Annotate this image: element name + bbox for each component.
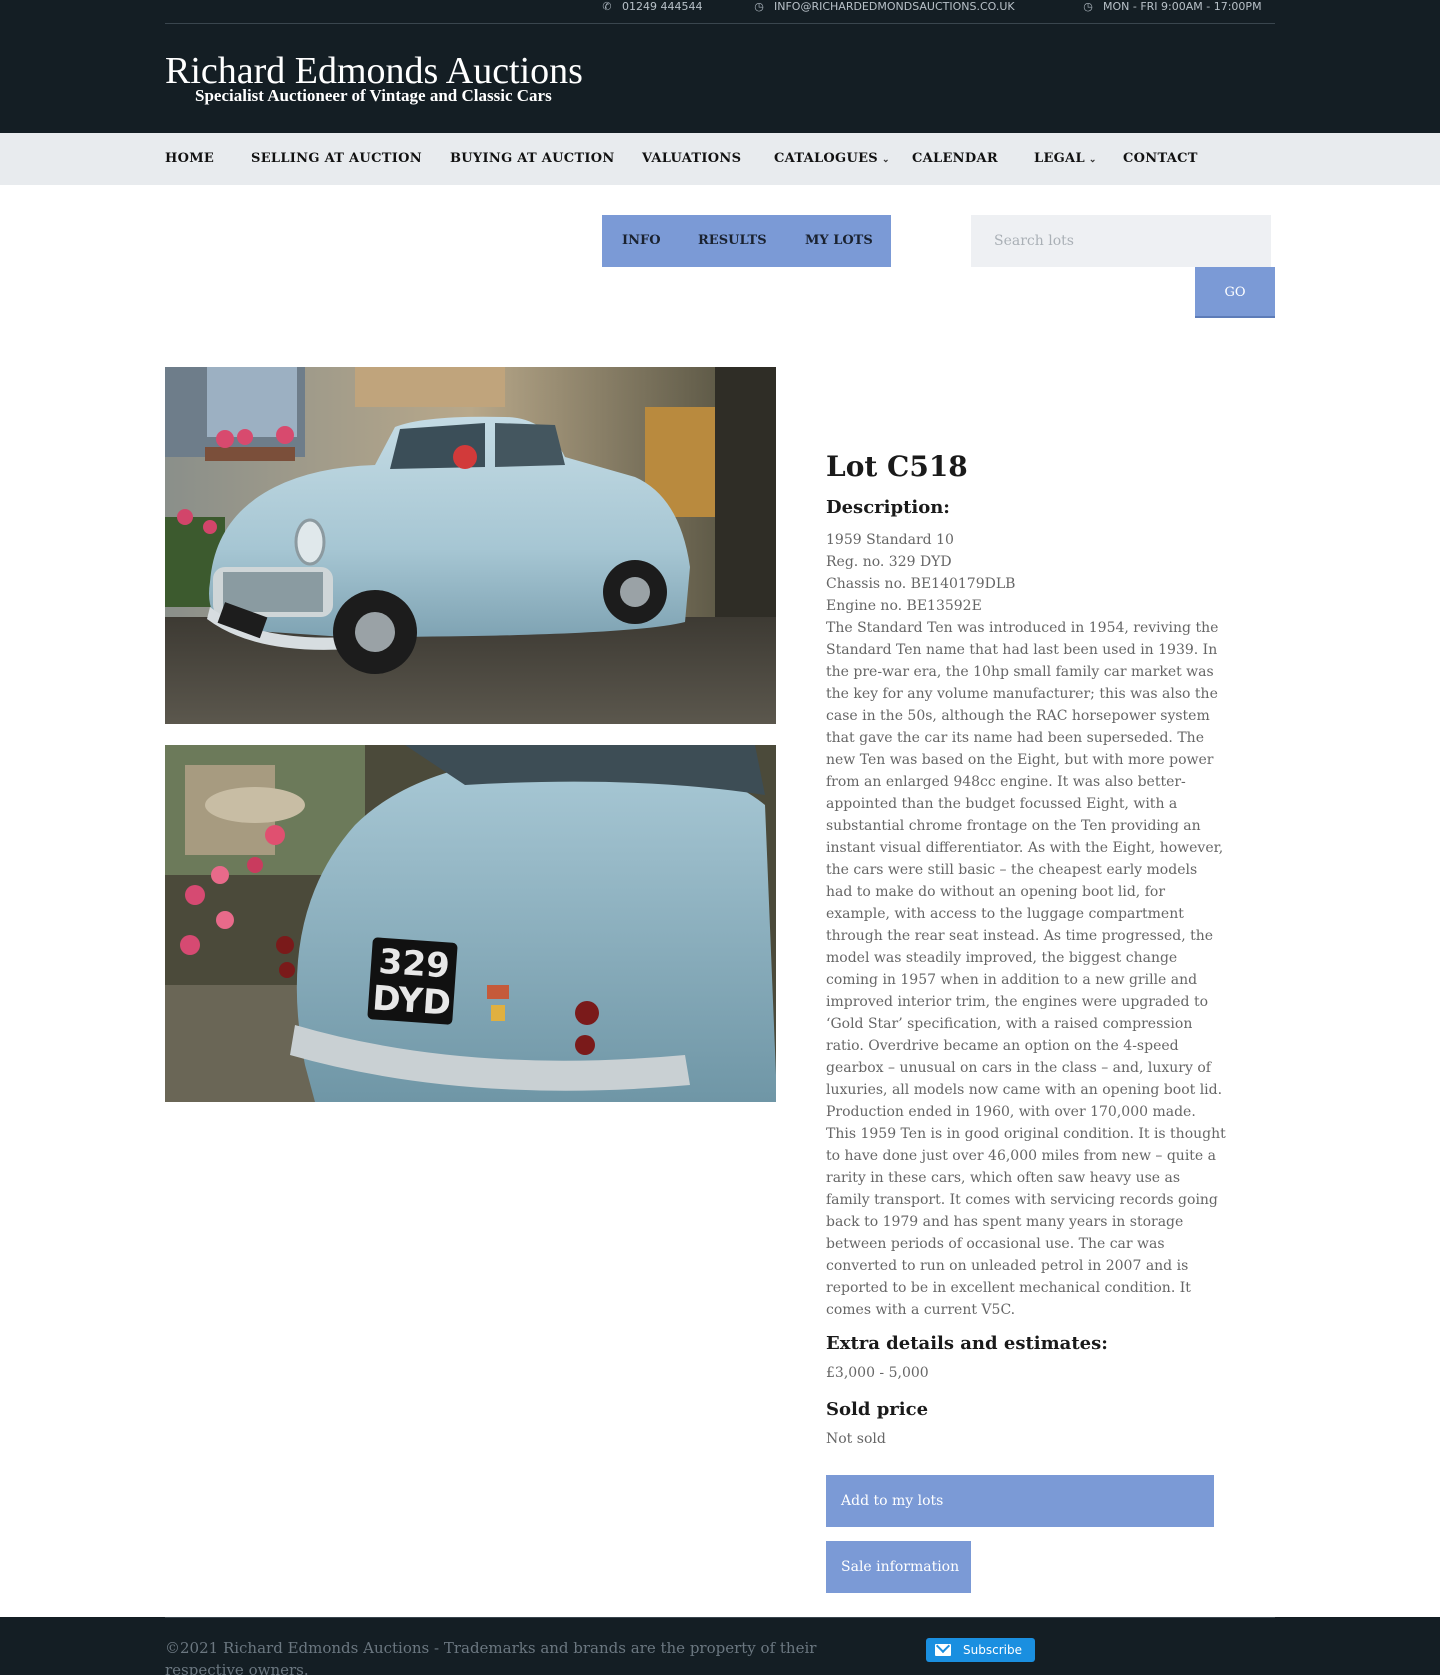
description-paragraph-line: the pre-war era, the 10hp small family c… — [826, 664, 1214, 680]
nav-valuations[interactable]: VALUATIONS — [642, 133, 741, 185]
hours-contact: ◷ MON - FRI 9:00AM - 17:00PM — [1081, 0, 1262, 14]
add-to-my-lots-button[interactable]: Add to my lots — [826, 1475, 1214, 1527]
auction-subnav: INFO RESULTS MY LOTS — [602, 215, 891, 267]
car-rear-image: 329 DYD — [165, 745, 776, 1102]
description-paragraph-line: substantial chrome frontage on the Ten p… — [826, 818, 1201, 834]
clock-icon: ◷ — [1083, 0, 1093, 13]
nav-calendar[interactable]: CALENDAR — [912, 133, 998, 185]
nav-buying-label: BUYING AT AUCTION — [450, 151, 615, 166]
description-paragraph-line: Production ended in 1960, with over 170,… — [826, 1104, 1196, 1120]
nav-buying-at-auction[interactable]: BUYING AT AUCTION — [450, 133, 615, 185]
nav-contact[interactable]: CONTACT — [1123, 133, 1198, 185]
chevron-down-icon: ⌄ — [1088, 155, 1097, 165]
site-footer: ©2021 Richard Edmonds Auctions - Tradema… — [0, 1617, 1440, 1675]
mail-icon: ◷ — [754, 0, 764, 13]
phone-number[interactable]: 01249 444544 — [622, 0, 702, 13]
description-paragraph-line: family transport. It comes with servicin… — [826, 1192, 1218, 1208]
subscribe-label: Subscribe — [963, 1643, 1022, 1657]
logo-subtitle: Specialist Auctioneer of Vintage and Cla… — [195, 86, 552, 105]
nav-calendar-label: CALENDAR — [912, 151, 998, 166]
description-paragraph-line: Standard Ten name that had last been use… — [826, 642, 1218, 658]
description-paragraph-line: luxuries, all models now came with an op… — [826, 1082, 1223, 1098]
main-nav: HOME SELLING AT AUCTION BUYING AT AUCTIO… — [0, 133, 1440, 185]
site-header: ✆ 01249 444544 ◷ INFO@RICHARDEDMONDSAUCTIO… — [0, 0, 1440, 133]
description-paragraph-line: coming in 1957 when in addition to a new… — [826, 972, 1198, 988]
nav-catalogues-label: CATALOGUES — [774, 151, 878, 166]
description-paragraph-line: the key for any volume manufacturer; thi… — [826, 686, 1218, 702]
description-paragraph-line: gearbox – unusual on cars in the class –… — [826, 1060, 1211, 1076]
description-paragraph-line: the cars were still basic – the cheapest… — [826, 862, 1198, 878]
description-paragraph-line: case in the 50s, although the RAC horsep… — [826, 708, 1210, 724]
nav-legal-label: LEGAL — [1034, 151, 1085, 166]
description-paragraph-line: back to 1979 and has spent many years in… — [826, 1214, 1184, 1230]
mail-icon — [935, 1644, 951, 1656]
description-paragraph-line: This 1959 Ten is in good original condit… — [826, 1126, 1226, 1142]
description-paragraph-line: ratio. Overdrive became an option on the… — [826, 1038, 1179, 1054]
nav-home[interactable]: HOME — [165, 133, 214, 185]
car-front-photo[interactable] — [165, 367, 776, 724]
sold-price-heading: Sold price — [826, 1399, 929, 1420]
subnav-results[interactable]: RESULTS — [698, 215, 767, 267]
nav-catalogues[interactable]: CATALOGUES ⌄ — [774, 133, 890, 185]
extra-details-heading: Extra details and estimates: — [826, 1333, 1108, 1354]
description-line: 1959 Standard 10 — [826, 532, 954, 548]
description-paragraph-line: model was steadily improved, the biggest… — [826, 950, 1178, 966]
car-front-image — [165, 367, 776, 724]
subscribe-button[interactable]: Subscribe — [926, 1638, 1035, 1662]
description-paragraph-line: converted to run on unleaded petrol in 2… — [826, 1258, 1189, 1274]
footer-divider — [165, 1617, 1275, 1618]
subnav-info[interactable]: INFO — [622, 215, 661, 267]
header-divider — [165, 23, 1275, 24]
email-contact[interactable]: ◷ INFO@RICHARDEDMONDSAUCTIONS.CO.UK — [752, 0, 1015, 14]
description-paragraph-line: had to make do without an opening boot l… — [826, 884, 1166, 900]
nav-valuations-label: VALUATIONS — [642, 151, 742, 166]
nav-selling-at-auction[interactable]: SELLING AT AUCTION — [251, 133, 422, 185]
rear-plate-line2: DYD — [371, 978, 452, 1023]
lot-description: 1959 Standard 10 Reg. no. 329 DYD Chassi… — [826, 529, 1226, 1321]
description-paragraph-line: that gave the car its name had been supe… — [826, 730, 1204, 746]
search-input[interactable] — [971, 215, 1271, 267]
nav-selling-label: SELLING AT AUCTION — [251, 151, 422, 166]
description-paragraph-line: from an enlarged 948cc engine. It was al… — [826, 774, 1186, 790]
sold-price-value: Not sold — [826, 1431, 886, 1447]
chevron-down-icon: ⌄ — [881, 155, 890, 165]
description-paragraph-line: reported to be in excellent mechanical c… — [826, 1280, 1191, 1296]
description-heading: Description: — [826, 497, 950, 518]
phone-contact[interactable]: ✆ 01249 444544 — [600, 0, 702, 14]
nav-contact-label: CONTACT — [1123, 151, 1198, 166]
description-line: Engine no. BE13592E — [826, 598, 982, 614]
description-line: Chassis no. BE140179DLB — [826, 576, 1016, 592]
copyright-text: ©2021 Richard Edmonds Auctions - Tradema… — [165, 1639, 817, 1675]
phone-icon: ✆ — [602, 0, 612, 13]
description-paragraph-line: instant visual differentiator. As with t… — [826, 840, 1224, 856]
search-go-button[interactable]: GO — [1195, 267, 1275, 318]
description-line: Reg. no. 329 DYD — [826, 554, 952, 570]
description-paragraph-line: between periods of occasional use. The c… — [826, 1236, 1165, 1252]
nav-legal[interactable]: LEGAL ⌄ — [1034, 133, 1097, 185]
opening-hours: MON - FRI 9:00AM - 17:00PM — [1103, 0, 1262, 13]
sale-information-button[interactable]: Sale information — [826, 1541, 971, 1593]
description-paragraph-line: example, with access to the luggage comp… — [826, 906, 1184, 922]
lot-title: Lot C518 — [826, 450, 968, 483]
description-paragraph-line: ‘Gold Star’ specification, with a raised… — [826, 1016, 1193, 1032]
subnav-my-lots[interactable]: MY LOTS — [805, 215, 873, 267]
car-rear-photo[interactable]: 329 DYD — [165, 745, 776, 1102]
email-address[interactable]: INFO@RICHARDEDMONDSAUCTIONS.CO.UK — [774, 0, 1015, 13]
nav-home-label: HOME — [165, 151, 215, 166]
description-paragraph-line: The Standard Ten was introduced in 1954,… — [826, 620, 1219, 636]
estimate-value: £3,000 - 5,000 — [826, 1365, 929, 1381]
description-paragraph-line: to have done just over 46,000 miles from… — [826, 1148, 1217, 1164]
description-paragraph-line: through the rear seat instead. As time p… — [826, 928, 1214, 944]
description-paragraph-line: improved interior trim, the engines were… — [826, 994, 1209, 1010]
description-paragraph-line: new Ten was based on the Eight, but with… — [826, 752, 1214, 768]
description-paragraph-line: rarity in these cars, which often saw he… — [826, 1170, 1181, 1186]
description-paragraph-line: appointed than the budget focussed Eight… — [826, 796, 1178, 812]
description-paragraph-line: comes with a current V5C. — [826, 1302, 1016, 1318]
